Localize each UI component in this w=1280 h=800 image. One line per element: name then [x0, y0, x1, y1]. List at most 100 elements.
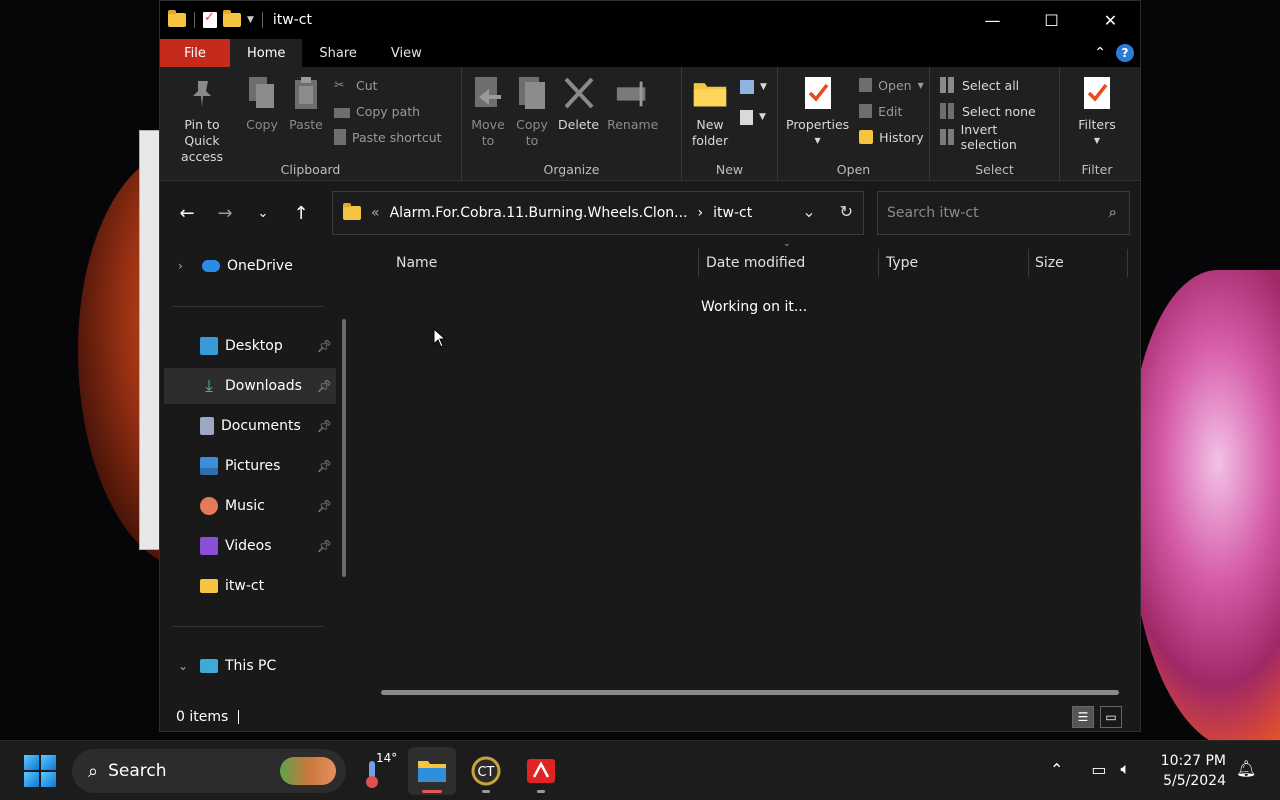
- pin-icon[interactable]: 📌︎: [317, 419, 332, 433]
- new-item-icon: [740, 80, 754, 94]
- tab-file[interactable]: File: [160, 39, 230, 67]
- new-folder-icon[interactable]: [223, 10, 241, 27]
- nav-item-label: Pictures: [225, 458, 281, 474]
- close-button[interactable]: ✕: [1081, 1, 1140, 39]
- running-app-indicator: [537, 790, 545, 793]
- notification-bell-icon[interactable]: 🔔︎: [1236, 759, 1256, 778]
- taskbar-clock[interactable]: 10:27 PM 5/5/2024: [1160, 751, 1226, 791]
- search-icon[interactable]: ⌕: [1109, 203, 1117, 221]
- system-tray: ⌃ ▭ 🔈︎: [1050, 759, 1130, 779]
- collapse-chevron-icon[interactable]: ⌄: [178, 659, 188, 673]
- tab-share[interactable]: Share: [302, 39, 374, 67]
- nav-item-itw-ct[interactable]: itw-ct: [164, 568, 336, 604]
- details-view-icon[interactable]: ☰: [1072, 706, 1094, 728]
- title-bar[interactable]: ▼ itw-ct — ☐ ✕: [160, 1, 1140, 39]
- cut-button[interactable]: ✂ Cut: [334, 75, 442, 95]
- search-input[interactable]: [887, 205, 1087, 221]
- horizontal-scrollbar[interactable]: [381, 690, 1119, 695]
- breadcrumb-parent[interactable]: Alarm.For.Cobra.11.Burning.Wheels.Clon..…: [390, 205, 688, 221]
- column-divider[interactable]: [698, 249, 699, 277]
- up-arrow-icon[interactable]: ↑: [282, 203, 320, 224]
- search-box[interactable]: ⌕: [877, 191, 1130, 235]
- history-button[interactable]: History: [859, 127, 924, 147]
- new-item-button[interactable]: ▼: [740, 77, 767, 97]
- column-header-size[interactable]: Size: [1035, 245, 1125, 281]
- pin-icon[interactable]: 📌︎: [317, 339, 332, 353]
- pin-icon[interactable]: 📌︎: [317, 539, 332, 553]
- music-icon: [200, 497, 218, 515]
- large-icons-view-icon[interactable]: ▭: [1100, 706, 1122, 728]
- show-hidden-icons-chevron-icon[interactable]: ⌃: [1050, 760, 1063, 779]
- nav-item-pictures[interactable]: Pictures 📌︎: [164, 448, 336, 484]
- minimize-ribbon-icon[interactable]: ⌃: [1094, 45, 1106, 61]
- organize-group-label: Organize: [543, 162, 600, 177]
- select-group: Select all Select none Invert selection …: [930, 67, 1060, 181]
- column-header-type[interactable]: Type: [886, 245, 1026, 281]
- qa-dropdown-icon[interactable]: ▼: [247, 15, 254, 25]
- nav-item-downloads[interactable]: ⤓ Downloads 📌︎: [164, 368, 336, 404]
- maximize-button[interactable]: ☐: [1022, 1, 1081, 39]
- pin-icon[interactable]: 📌︎: [317, 459, 332, 473]
- weather-widget[interactable]: 14°: [358, 751, 402, 791]
- tab-view[interactable]: View: [374, 39, 439, 67]
- start-tile: [41, 755, 56, 770]
- taskbar-app-acrobat[interactable]: [517, 747, 565, 795]
- copy-to-icon: [514, 73, 550, 113]
- column-header-name[interactable]: Name: [396, 245, 696, 281]
- search-icon: ⌕: [88, 760, 99, 782]
- back-arrow-icon[interactable]: ←: [168, 203, 206, 224]
- network-icon[interactable]: ▭: [1091, 760, 1106, 779]
- forward-arrow-icon[interactable]: →: [206, 203, 244, 224]
- pin-icon[interactable]: 📌︎: [317, 379, 332, 393]
- paste-shortcut-button[interactable]: Paste shortcut: [334, 127, 442, 147]
- taskbar-app-ct[interactable]: CT: [462, 747, 510, 795]
- easy-access-button[interactable]: ▼: [740, 107, 767, 127]
- open-button[interactable]: Open ▼: [859, 75, 924, 95]
- nav-item-this-pc[interactable]: ⌄ This PC: [164, 648, 336, 684]
- nav-item-music[interactable]: Music 📌︎: [164, 488, 336, 524]
- select-all-button[interactable]: Select all: [940, 75, 1049, 95]
- tab-home[interactable]: Home: [230, 39, 303, 67]
- column-divider[interactable]: [1127, 249, 1128, 277]
- column-divider[interactable]: [1028, 249, 1029, 277]
- properties-icon[interactable]: [203, 10, 217, 28]
- column-divider[interactable]: [878, 249, 879, 277]
- status-bar: 0 items ☰ ▭: [160, 703, 1140, 731]
- taskbar-file-explorer[interactable]: [408, 747, 456, 795]
- breadcrumb-separator[interactable]: ›: [698, 205, 704, 221]
- address-history-chevron-icon[interactable]: ⌄: [802, 202, 815, 221]
- nav-item-desktop[interactable]: Desktop 📌︎: [164, 328, 336, 364]
- clipboard-group: Pin to Quick access Copy Paste ✂ Cut Copy…: [160, 67, 462, 181]
- onedrive-icon: [202, 260, 220, 272]
- new-group-label: New: [715, 162, 744, 177]
- windows-start-icon[interactable]: [24, 755, 56, 787]
- taskbar-search[interactable]: ⌕ Search: [72, 749, 346, 793]
- nav-item-documents[interactable]: Documents 📌︎: [164, 408, 336, 444]
- expand-chevron-icon[interactable]: ›: [178, 259, 183, 273]
- copy-path-button[interactable]: Copy path: [334, 101, 442, 121]
- recent-locations-chevron-icon[interactable]: ⌄: [244, 206, 282, 221]
- invert-selection-button[interactable]: Invert selection: [940, 122, 1049, 152]
- address-bar[interactable]: « Alarm.For.Cobra.11.Burning.Wheels.Clon…: [332, 191, 864, 235]
- minimize-button[interactable]: —: [963, 1, 1022, 39]
- select-group-label: Select: [975, 162, 1014, 177]
- edit-button[interactable]: Edit: [859, 101, 924, 121]
- breadcrumb-current[interactable]: itw-ct: [713, 205, 752, 221]
- select-none-button[interactable]: Select none: [940, 101, 1049, 121]
- breadcrumb-overflow[interactable]: «: [371, 205, 380, 221]
- nav-item-label: This PC: [225, 658, 277, 674]
- help-icon[interactable]: ?: [1116, 44, 1134, 62]
- pin-icon[interactable]: 📌︎: [317, 499, 332, 513]
- copy-icon: [244, 73, 280, 113]
- volume-icon[interactable]: 🔈︎: [1121, 759, 1131, 779]
- start-tile: [24, 772, 39, 787]
- filters-icon: [1079, 73, 1115, 113]
- nav-item-onedrive[interactable]: › OneDrive: [164, 248, 336, 284]
- open-dropdown-icon: ▼: [917, 80, 924, 90]
- copy-path-label: Copy path: [356, 103, 421, 119]
- nav-pane-scrollbar[interactable]: [342, 319, 346, 577]
- column-header-date-modified[interactable]: Date modified: [706, 245, 876, 281]
- refresh-icon[interactable]: ↻: [840, 202, 853, 221]
- navigation-pane: › OneDrive Desktop 📌︎ ⤓ Downloads 📌︎ Doc…: [160, 245, 356, 703]
- nav-item-videos[interactable]: Videos 📌︎: [164, 528, 336, 564]
